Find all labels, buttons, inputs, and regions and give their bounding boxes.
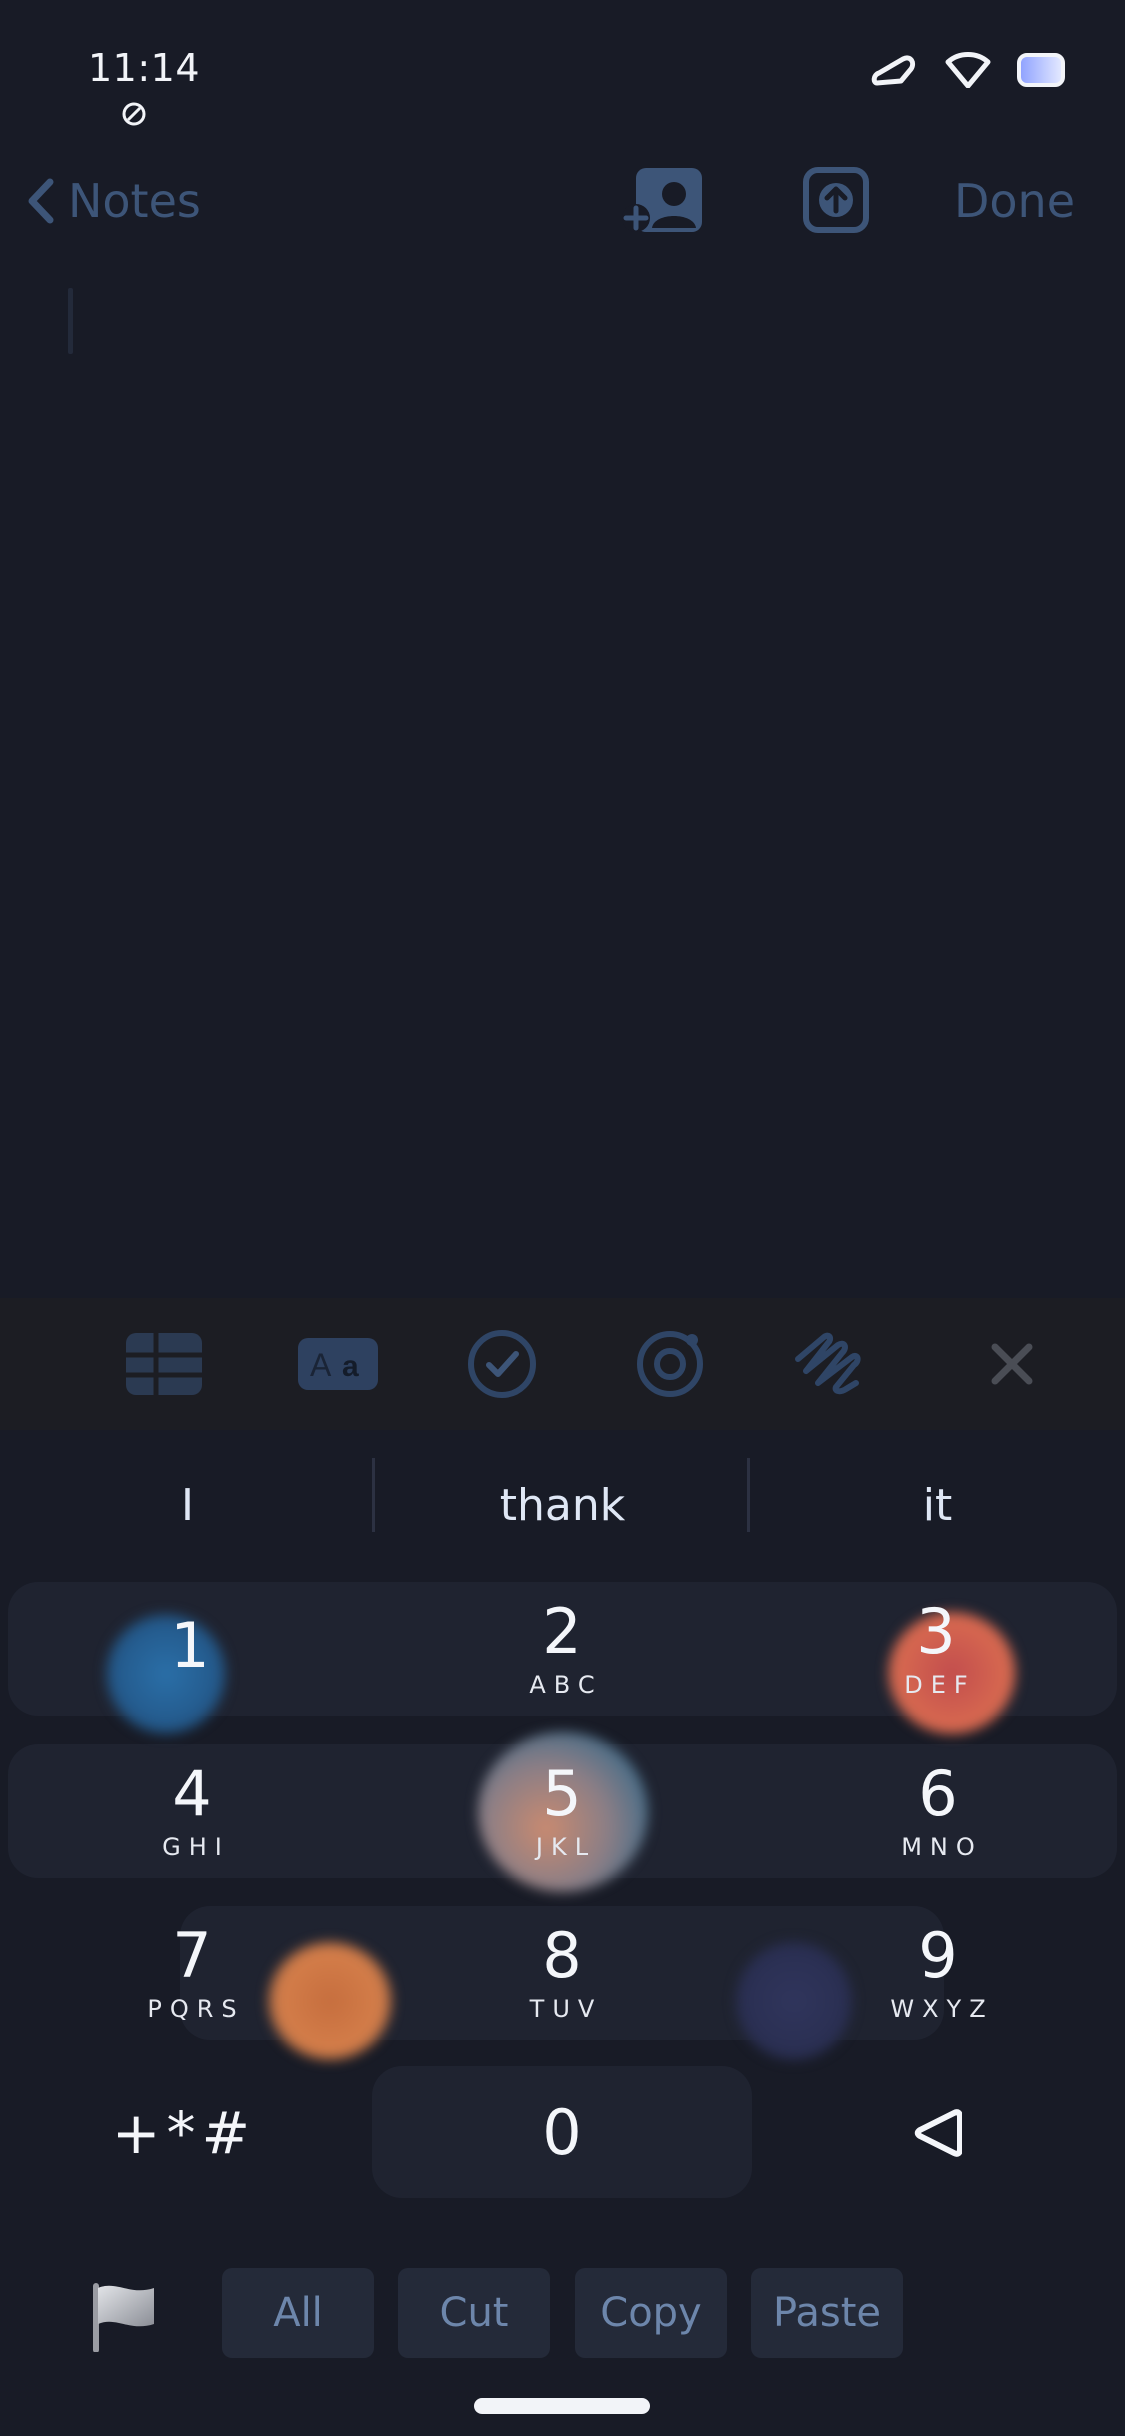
key-letters: ABC	[529, 1671, 603, 1699]
format-text-icon: A a	[298, 1338, 378, 1390]
format-toolbar: A a	[0, 1298, 1125, 1430]
key-digit: 0	[542, 2096, 582, 2169]
key-2[interactable]: 2 ABC	[412, 1582, 712, 1716]
wifi-icon	[945, 52, 991, 88]
chevron-left-icon	[28, 178, 54, 224]
back-label: Notes	[68, 174, 201, 228]
suggestion-3[interactable]: it	[750, 1460, 1125, 1550]
backspace-icon	[914, 2109, 962, 2157]
done-button[interactable]: Done	[954, 174, 1075, 228]
camera-icon	[637, 1331, 703, 1397]
key-9[interactable]: 9 WXYZ	[788, 1906, 1088, 2040]
suggestion-2[interactable]: thank	[375, 1460, 750, 1550]
key-digit: 7	[172, 1919, 212, 1992]
status-time: 11:14	[88, 46, 201, 90]
text-cursor[interactable]	[68, 288, 73, 354]
key-letters: TUV	[529, 1995, 603, 2023]
cellular-icon	[871, 55, 916, 86]
key-symbols[interactable]: +*#	[34, 2066, 334, 2200]
key-letters: PQRS	[147, 1995, 245, 2023]
key-digit: 3	[916, 1595, 956, 1668]
close-icon	[991, 1343, 1033, 1385]
key-4[interactable]: 4 GHI	[42, 1744, 342, 1878]
home-indicator[interactable]	[474, 2398, 650, 2414]
key-digit: 6	[918, 1757, 958, 1830]
add-contact-icon[interactable]	[622, 166, 706, 240]
svg-text:a: a	[342, 1350, 359, 1383]
svg-text:A: A	[310, 1347, 332, 1383]
key-7[interactable]: 7 PQRS	[42, 1906, 342, 2040]
key-digit: 9	[918, 1919, 958, 1992]
paste-button[interactable]: Paste	[751, 2268, 903, 2358]
select-all-button[interactable]: All	[222, 2268, 374, 2358]
key-letters: JKL	[535, 1833, 597, 1861]
key-digit: 4	[172, 1757, 212, 1830]
battery-icon	[1017, 53, 1065, 87]
flag-icon[interactable]	[88, 2282, 160, 2352]
key-digit: 2	[542, 1595, 582, 1668]
share-icon[interactable]	[802, 166, 870, 234]
key-5[interactable]: 5 JKL	[412, 1744, 712, 1878]
key-digit: +*#	[111, 2099, 257, 2167]
camera-button[interactable]	[630, 1328, 710, 1400]
key-digit: 1	[170, 1609, 210, 1682]
key-letters: WXYZ	[890, 1995, 994, 2023]
backspace-key[interactable]	[788, 2066, 1088, 2200]
key-8[interactable]: 8 TUV	[412, 1906, 712, 2040]
key-letters: MNO	[901, 1833, 983, 1861]
key-1[interactable]: 1	[40, 1582, 340, 1716]
markup-button[interactable]	[794, 1328, 874, 1400]
checklist-icon	[468, 1330, 536, 1398]
copy-button[interactable]: Copy	[575, 2268, 727, 2358]
key-0[interactable]: 0	[412, 2066, 712, 2200]
key-3[interactable]: 3 DEF	[786, 1582, 1086, 1716]
table-button[interactable]	[124, 1328, 204, 1400]
format-button[interactable]: A a	[296, 1328, 380, 1400]
key-digit: 5	[542, 1757, 582, 1830]
key-6[interactable]: 6 MNO	[788, 1744, 1088, 1878]
status-icons	[871, 52, 1065, 88]
key-letters: GHI	[162, 1833, 230, 1861]
back-button[interactable]: Notes	[26, 174, 201, 228]
table-icon	[126, 1333, 202, 1395]
do-not-disturb-icon	[122, 102, 146, 126]
key-digit: 8	[542, 1919, 582, 1992]
key-letters: DEF	[904, 1671, 976, 1699]
cut-button[interactable]: Cut	[398, 2268, 550, 2358]
checklist-button[interactable]	[462, 1328, 542, 1400]
markup-icon	[795, 1332, 861, 1395]
nav-bar: Notes Done	[0, 160, 1125, 240]
suggestion-1[interactable]: I	[0, 1460, 375, 1550]
close-toolbar-button[interactable]	[972, 1328, 1052, 1400]
